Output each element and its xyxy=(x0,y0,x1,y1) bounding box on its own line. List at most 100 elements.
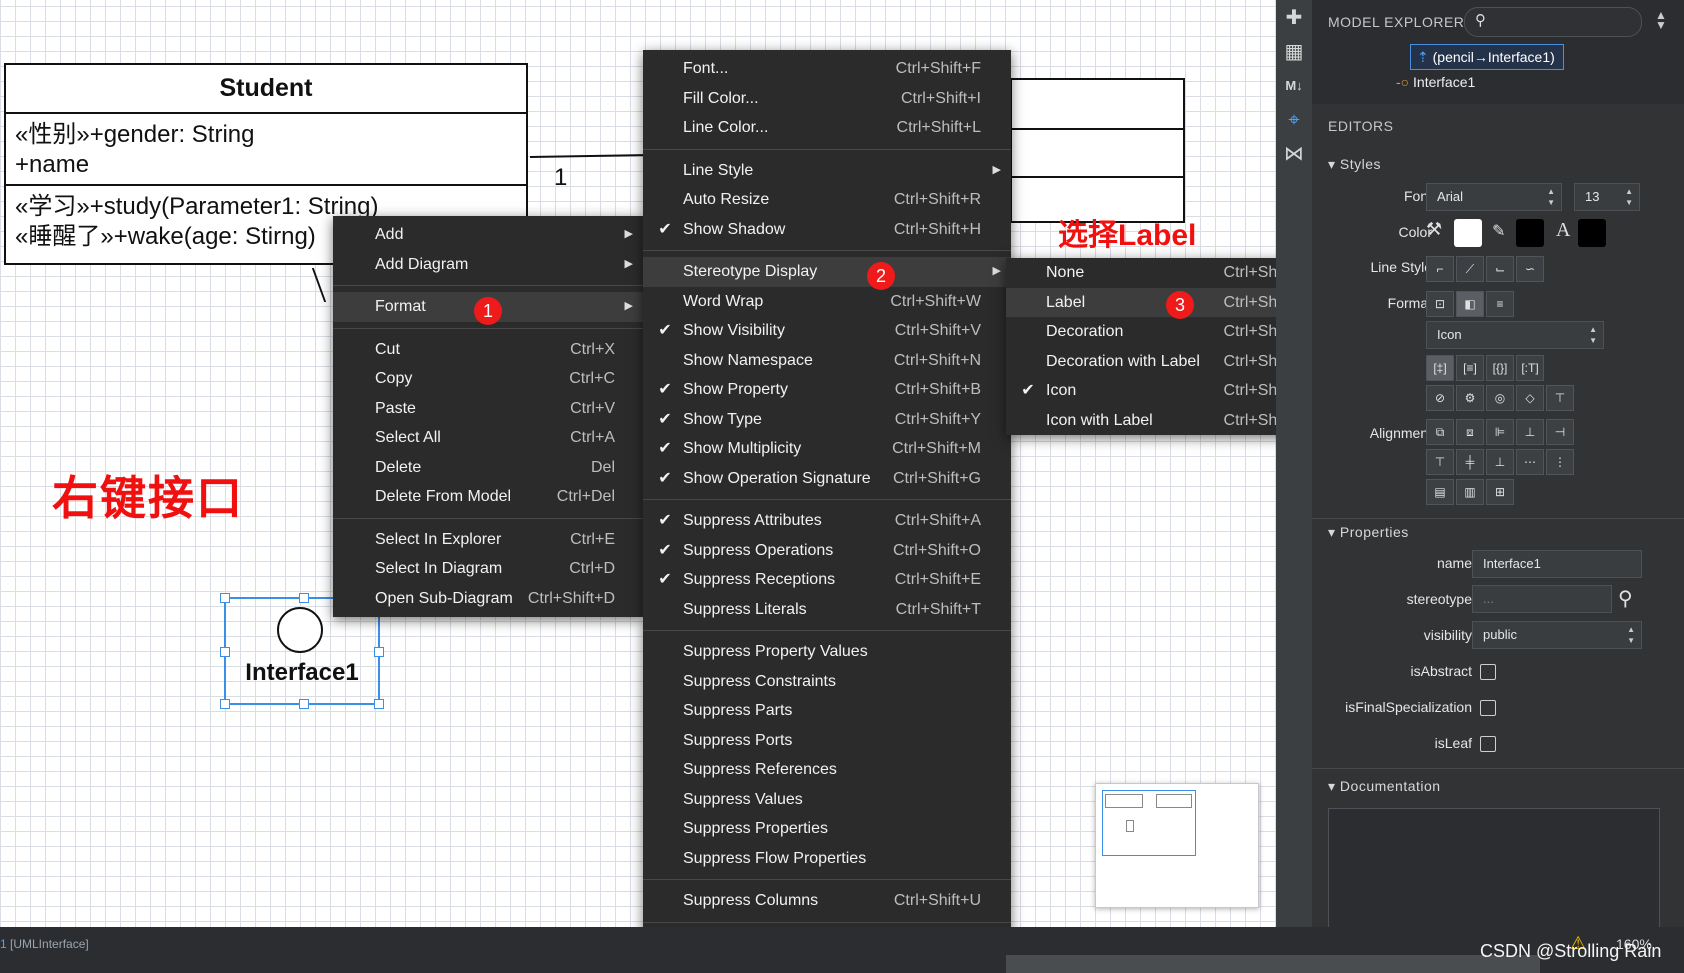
minimap[interactable] xyxy=(1095,783,1259,908)
format-menu-item-show-type[interactable]: ✔ Show Type Ctrl+Shift+Y xyxy=(643,405,1011,435)
format-menu-item-suppress-values[interactable]: Suppress Values xyxy=(643,785,1011,815)
align-bottom-icon[interactable]: ⊥ xyxy=(1486,449,1514,475)
show-type-icon[interactable]: [:T] xyxy=(1516,355,1544,381)
format-menu-item-font[interactable]: Font... Ctrl+Shift+F xyxy=(643,54,1011,84)
format-menu-item-suppress-property-values[interactable]: Suppress Property Values xyxy=(643,637,1011,667)
toolbox-grid-icon[interactable]: ▦ xyxy=(1282,40,1306,64)
font-size-stepper[interactable]: 13 ▲ ▼ xyxy=(1574,183,1640,211)
context-menu-item-paste[interactable]: Paste Ctrl+V xyxy=(333,394,643,424)
format-menu-item-suppress-literals[interactable]: Suppress Literals Ctrl+Shift+T xyxy=(643,595,1011,625)
target-crosshair-icon[interactable]: ⌖ xyxy=(1282,108,1306,132)
explorer-item-interface[interactable]: -○ Interface1 xyxy=(1396,74,1475,90)
format-menu-item-suppress-receptions[interactable]: ✔ Suppress Receptions Ctrl+Shift+E xyxy=(643,565,1011,595)
format-menu-item-suppress-ports[interactable]: Suppress Ports xyxy=(643,726,1011,756)
format-menu-item-suppress-columns[interactable]: Suppress Columns Ctrl+Shift+U xyxy=(643,886,1011,916)
suppress-attributes-icon[interactable]: ⊘ xyxy=(1426,385,1454,411)
font-family-select[interactable]: Arial ▲ ▼ xyxy=(1426,183,1562,211)
format-painter-icon[interactable]: ⚒ xyxy=(1426,219,1442,240)
association-line[interactable] xyxy=(529,153,651,159)
format-menu-item-stereotype-display[interactable]: Stereotype Display ▶ xyxy=(643,257,1011,287)
context-menu-item-open-sub-diagram[interactable]: Open Sub-Diagram Ctrl+Shift+D xyxy=(333,584,643,614)
markdown-icon[interactable]: M↓ xyxy=(1282,74,1306,98)
is-leaf-checkbox[interactable] xyxy=(1480,736,1496,752)
context-menu-item-copy[interactable]: Copy Ctrl+C xyxy=(333,364,643,394)
is-abstract-checkbox[interactable] xyxy=(1480,664,1496,680)
format-menu-item-show-multiplicity[interactable]: ✔ Show Multiplicity Ctrl+Shift+M xyxy=(643,434,1011,464)
search-icon[interactable]: ⚲ xyxy=(1618,586,1633,611)
visibility-select[interactable]: public ▲ ▼ xyxy=(1472,621,1642,649)
shadow-icon[interactable]: ◧ xyxy=(1456,291,1484,317)
line-color-pen-icon[interactable]: ✎ xyxy=(1492,221,1505,241)
resize-handle[interactable] xyxy=(374,647,384,657)
class-pencil[interactable] xyxy=(1010,78,1185,223)
format-menu-item-suppress-properties[interactable]: Suppress Properties xyxy=(643,814,1011,844)
same-height-icon[interactable]: ▥ xyxy=(1456,479,1484,505)
format-menu-item-suppress-references[interactable]: Suppress References xyxy=(643,755,1011,785)
context-menu-item-delete-from-model[interactable]: Delete From Model Ctrl+Del xyxy=(333,482,643,512)
align-right-icon[interactable]: ⊣ xyxy=(1546,419,1574,445)
explorer-item-realization[interactable]: ⇡ (pencil→Interface1) xyxy=(1410,44,1564,70)
same-size-icon[interactable]: ⊞ xyxy=(1486,479,1514,505)
format-menu-item-show-shadow[interactable]: ✔ Show Shadow Ctrl+Shift+H xyxy=(643,215,1011,245)
format-menu-item-line-color[interactable]: Line Color... Ctrl+Shift+L xyxy=(643,113,1011,143)
text-color-icon[interactable]: A xyxy=(1556,219,1570,242)
format-menu-item-word-wrap[interactable]: Word Wrap Ctrl+Shift+W xyxy=(643,287,1011,317)
show-property-icon[interactable]: [{}] xyxy=(1486,355,1514,381)
share-graph-icon[interactable]: ⋈ xyxy=(1282,142,1306,166)
format-menu-item-fill-color[interactable]: Fill Color... Ctrl+Shift+I xyxy=(643,84,1011,114)
space-evenly-horizontal-icon[interactable]: ⋯ xyxy=(1516,449,1544,475)
context-menu-item-select-in-diagram[interactable]: Select In Diagram Ctrl+D xyxy=(333,554,643,584)
align-left-icon[interactable]: ⊫ xyxy=(1486,419,1514,445)
align-center-icon[interactable]: ⊥ xyxy=(1516,419,1544,445)
line-style-oblique-icon[interactable]: ⟋ xyxy=(1456,256,1484,282)
stereotype-input[interactable]: ... xyxy=(1472,585,1612,613)
send-to-back-icon[interactable]: ⧈ xyxy=(1456,419,1484,445)
auto-resize-icon[interactable]: ⊡ xyxy=(1426,291,1454,317)
bring-to-front-icon[interactable]: ⧉ xyxy=(1426,419,1454,445)
explorer-search-input[interactable]: ⚲ xyxy=(1464,7,1642,37)
suppress-receptions-icon[interactable]: ◎ xyxy=(1486,385,1514,411)
show-namespace-icon[interactable]: [≡] xyxy=(1456,355,1484,381)
text-color-swatch[interactable] xyxy=(1578,219,1606,247)
format-menu-item-show-operation-signature[interactable]: ✔ Show Operation Signature Ctrl+Shift+G xyxy=(643,464,1011,494)
same-width-icon[interactable]: ▤ xyxy=(1426,479,1454,505)
line-color-swatch[interactable] xyxy=(1516,219,1544,247)
is-final-specialization-checkbox[interactable] xyxy=(1480,700,1496,716)
context-menu-item-add-diagram[interactable]: Add Diagram ▶ xyxy=(333,250,643,280)
explorer-sort-icon[interactable]: ▲ ▼ xyxy=(1655,9,1667,31)
format-menu-item-show-property[interactable]: ✔ Show Property Ctrl+Shift+B xyxy=(643,375,1011,405)
align-top-icon[interactable]: ⊤ xyxy=(1426,449,1454,475)
format-menu-item-show-namespace[interactable]: Show Namespace Ctrl+Shift+N xyxy=(643,346,1011,376)
context-menu-item-cut[interactable]: Cut Ctrl+X xyxy=(333,335,643,365)
word-wrap-icon[interactable]: ≡ xyxy=(1486,291,1514,317)
resize-handle[interactable] xyxy=(220,699,230,709)
name-input[interactable]: Interface1 xyxy=(1472,550,1642,578)
context-menu-item-add[interactable]: Add ▶ xyxy=(333,220,643,250)
attribute-row[interactable]: «性别»+gender: String xyxy=(15,120,517,150)
resize-handle[interactable] xyxy=(374,699,384,709)
format-menu-item-suppress-operations[interactable]: ✔ Suppress Operations Ctrl+Shift+O xyxy=(643,536,1011,566)
documentation-section-header[interactable]: ▾ Documentation xyxy=(1328,778,1441,795)
horizontal-scrollbar[interactable] xyxy=(1006,955,1540,973)
format-menu-item-suppress-attributes[interactable]: ✔ Suppress Attributes Ctrl+Shift+A xyxy=(643,506,1011,536)
line-style-rectilinear-icon[interactable]: ⌐ xyxy=(1426,256,1454,282)
attribute-row[interactable]: +name xyxy=(15,150,517,180)
styles-section-header[interactable]: ▾ Styles xyxy=(1328,156,1381,173)
line-style-curve-icon[interactable]: ∽ xyxy=(1516,256,1544,282)
resize-handle[interactable] xyxy=(299,593,309,603)
space-evenly-vertical-icon[interactable]: ⋮ xyxy=(1546,449,1574,475)
format-menu-item-auto-resize[interactable]: Auto Resize Ctrl+Shift+R xyxy=(643,185,1011,215)
suppress-operations-icon[interactable]: ⚙ xyxy=(1456,385,1484,411)
documentation-textarea[interactable] xyxy=(1328,808,1660,928)
resize-handle[interactable] xyxy=(220,647,230,657)
context-menu-item-select-all[interactable]: Select All Ctrl+A xyxy=(333,423,643,453)
context-menu-item-delete[interactable]: Delete Del xyxy=(333,453,643,483)
suppress-literals-icon[interactable]: ◇ xyxy=(1516,385,1544,411)
context-menu-item-select-in-explorer[interactable]: Select In Explorer Ctrl+E xyxy=(333,525,643,555)
show-visibility-icon[interactable]: [‡] xyxy=(1426,355,1454,381)
fill-color-swatch[interactable] xyxy=(1454,219,1482,247)
line-style-rounded-icon[interactable]: ⌙ xyxy=(1486,256,1514,282)
format-menu-item-suppress-flow-properties[interactable]: Suppress Flow Properties xyxy=(643,844,1011,874)
properties-section-header[interactable]: ▾ Properties xyxy=(1328,524,1409,541)
stereotype-display-select[interactable]: Icon ▲ ▼ xyxy=(1426,321,1604,349)
